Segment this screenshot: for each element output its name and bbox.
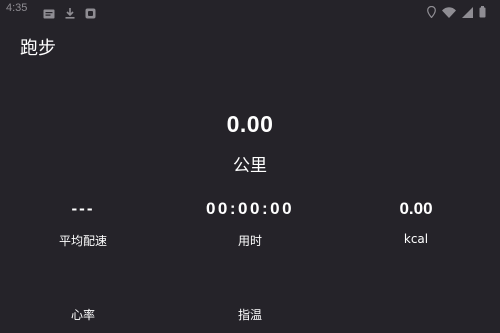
status-notification-icons bbox=[43, 4, 96, 23]
status-system-icons bbox=[427, 3, 486, 22]
calories-label: kcal bbox=[403, 232, 429, 246]
signal-icon bbox=[462, 3, 473, 22]
distance-unit: 公里 bbox=[233, 156, 267, 176]
heart-rate-label: 心率 bbox=[70, 308, 95, 322]
duration-label: 用时 bbox=[237, 234, 262, 248]
message-icon bbox=[43, 4, 55, 23]
download-icon bbox=[65, 4, 75, 23]
wifi-icon bbox=[442, 3, 456, 22]
battery-icon bbox=[479, 3, 486, 22]
avg-pace-value: --- bbox=[71, 199, 95, 218]
app-icon bbox=[85, 4, 96, 23]
page-title: 跑步 bbox=[20, 38, 56, 59]
avg-pace-label: 平均配速 bbox=[58, 234, 107, 248]
status-bar: 4:35 bbox=[0, 0, 500, 20]
finger-temperature-label: 指温 bbox=[237, 308, 262, 322]
location-icon bbox=[427, 3, 436, 22]
distance-value: 0.00 bbox=[226, 111, 274, 137]
calories-value: 0.00 bbox=[399, 199, 433, 218]
duration-value: 00:00:00 bbox=[205, 199, 295, 218]
status-time: 4:35 bbox=[6, 2, 28, 14]
